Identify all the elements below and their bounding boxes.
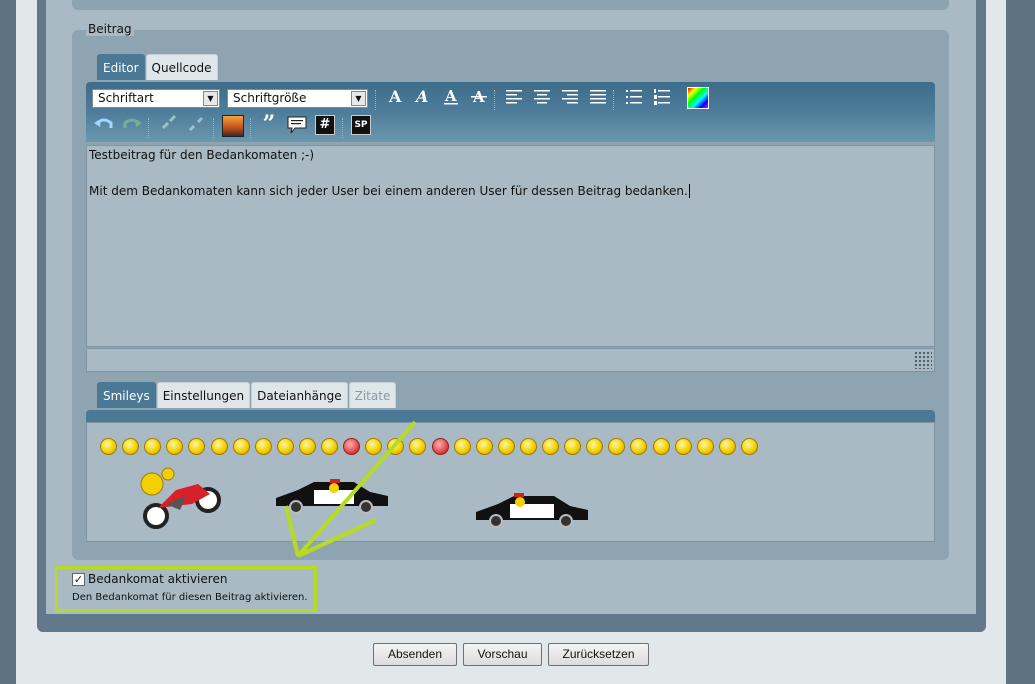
smiley-icon[interactable]	[697, 438, 714, 455]
smiley-icon[interactable]	[211, 438, 228, 455]
toolbar-separator	[342, 118, 344, 138]
attachment-tabs: Smileys Einstellungen Dateianhänge Zitat…	[97, 382, 397, 408]
preview-button[interactable]: Vorschau	[463, 643, 542, 666]
svg-text:A: A	[444, 87, 457, 105]
chevron-down-icon: ▼	[203, 91, 218, 106]
bold-icon[interactable]: A	[384, 87, 406, 109]
underline-icon[interactable]: A	[440, 87, 462, 109]
align-center-icon[interactable]	[531, 87, 553, 109]
smiley-icon[interactable]	[586, 438, 603, 455]
smiley-icon[interactable]	[741, 438, 758, 455]
redo-icon[interactable]	[121, 115, 143, 137]
numbered-list-icon[interactable]	[651, 87, 673, 109]
font-family-value: Schriftart	[98, 91, 154, 105]
smiley-icon[interactable]	[630, 438, 647, 455]
unlink-icon[interactable]	[185, 115, 207, 137]
speech-bubble-icon[interactable]	[286, 115, 308, 137]
smiley-icon[interactable]	[144, 438, 161, 455]
align-left-icon[interactable]	[503, 87, 525, 109]
smiley-icon[interactable]	[542, 438, 559, 455]
spoiler-icon[interactable]: SP	[351, 115, 371, 135]
svg-text:A: A	[414, 87, 428, 105]
font-family-select[interactable]: Schriftart ▼	[92, 89, 220, 108]
strikethrough-icon[interactable]: A	[468, 87, 490, 109]
editor-toolbar: Schriftart ▼ Schriftgröße ▼ A A A A ” # …	[86, 82, 935, 142]
annotation-arrow-icon	[284, 420, 417, 558]
font-size-value: Schriftgröße	[233, 91, 307, 105]
toolbar-separator	[375, 90, 377, 110]
resize-grip-icon[interactable]	[914, 351, 932, 369]
tab-smileys[interactable]: Smileys	[97, 382, 156, 408]
smiley-icon[interactable]	[233, 438, 250, 455]
tab-editor[interactable]: Editor	[97, 54, 145, 80]
smiley-icon[interactable]	[564, 438, 581, 455]
smiley-icon[interactable]	[188, 438, 205, 455]
svg-text:A: A	[388, 87, 402, 105]
color-picker-icon[interactable]	[687, 87, 709, 109]
text-cursor	[688, 184, 690, 198]
smiley-icon[interactable]	[122, 438, 139, 455]
tab-quotes[interactable]: Zitate	[348, 382, 397, 408]
editor-blank-line	[87, 164, 934, 182]
italic-icon[interactable]: A	[411, 87, 433, 109]
reset-button[interactable]: Zurücksetzen	[548, 643, 649, 666]
thanks-checkbox-label[interactable]: Bedankomat aktivieren	[88, 572, 227, 586]
smiley-icon[interactable]	[432, 438, 449, 455]
quote-icon[interactable]: ”	[258, 113, 280, 135]
tab-settings[interactable]: Einstellungen	[156, 382, 251, 408]
smiley-icon[interactable]	[476, 438, 493, 455]
fieldset-legend: Beitrag	[86, 22, 134, 36]
toolbar-separator	[213, 118, 215, 138]
link-icon[interactable]	[158, 114, 180, 137]
smiley-icon[interactable]	[166, 438, 183, 455]
check-mark-icon: ✓	[73, 573, 84, 586]
thanks-checkbox[interactable]: ✓	[72, 573, 85, 586]
smiley-panel-header	[86, 410, 935, 422]
tab-attachments[interactable]: Dateianhänge	[251, 382, 348, 408]
undo-icon[interactable]	[93, 115, 115, 137]
submit-button[interactable]: Absenden	[373, 643, 457, 666]
tab-source[interactable]: Quellcode	[145, 54, 218, 80]
editor-textarea[interactable]: Testbeitrag für den Bedankomaten ;-) Mit…	[86, 145, 935, 347]
smiley-icon[interactable]	[498, 438, 515, 455]
toolbar-separator	[494, 90, 496, 110]
chevron-down-icon: ▼	[351, 91, 366, 106]
font-size-select[interactable]: Schriftgröße ▼	[227, 89, 368, 108]
align-justify-icon[interactable]	[587, 87, 609, 109]
smiley-icon[interactable]	[675, 438, 692, 455]
image-icon[interactable]	[222, 115, 244, 137]
editor-tabs: Editor Quellcode	[97, 54, 218, 80]
toolbar-separator	[613, 90, 615, 110]
smiley-icon[interactable]	[653, 438, 670, 455]
smiley-icon[interactable]	[255, 438, 272, 455]
smiley-icon[interactable]	[100, 438, 117, 455]
editor-resize-bar	[86, 348, 935, 372]
toolbar-separator	[148, 118, 150, 138]
thanks-checkbox-description: Den Bedankomat für diesen Beitrag aktivi…	[72, 592, 308, 603]
editor-line-2: Mit dem Bedankomaten kann sich jeder Use…	[89, 184, 690, 198]
bullet-list-icon[interactable]	[623, 87, 645, 109]
smiley-icon[interactable]	[719, 438, 736, 455]
smiley-icon[interactable]	[520, 438, 537, 455]
align-right-icon[interactable]	[559, 87, 581, 109]
toolbar-separator	[250, 118, 252, 138]
previous-section-edge	[72, 0, 949, 10]
editor-line-1: Testbeitrag für den Bedankomaten ;-)	[89, 148, 315, 162]
police-car-smiley-icon[interactable]	[474, 492, 590, 528]
motorcycle-smiley-icon[interactable]	[136, 464, 226, 530]
smiley-icon[interactable]	[454, 438, 471, 455]
smiley-icon[interactable]	[608, 438, 625, 455]
code-icon[interactable]: #	[315, 115, 335, 135]
